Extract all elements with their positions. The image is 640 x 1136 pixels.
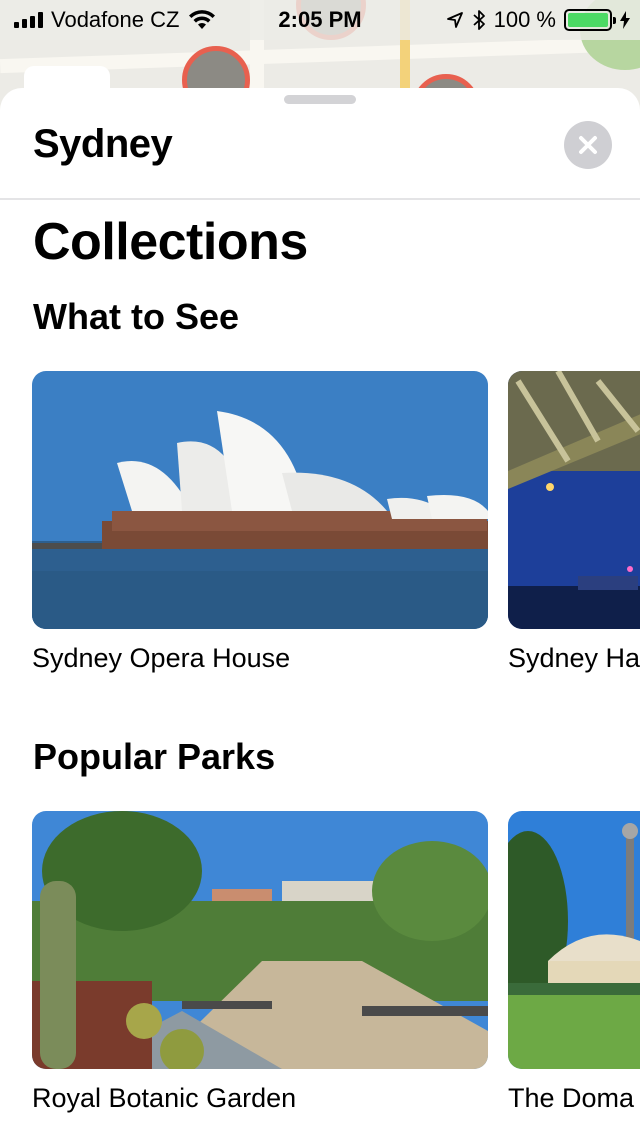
the-domain-photo bbox=[508, 811, 640, 1069]
battery-percent: 100 % bbox=[493, 7, 556, 32]
close-button[interactable] bbox=[564, 121, 612, 169]
collection-card[interactable]: Sydney Ha bbox=[508, 371, 640, 674]
harbour-bridge-photo bbox=[508, 371, 640, 629]
clock: 2:05 PM bbox=[278, 7, 362, 32]
carrier-name: Vodafone CZ bbox=[51, 7, 180, 32]
bluetooth-icon bbox=[473, 10, 485, 30]
sheet-header: Sydney bbox=[0, 88, 640, 200]
section-heading-what-to-see: What to See bbox=[33, 296, 240, 337]
close-icon bbox=[579, 136, 597, 154]
collections-heading: Collections bbox=[33, 213, 308, 271]
section-heading-popular-parks: Popular Parks bbox=[33, 736, 276, 777]
status-bar: Vodafone CZ 2:05 PM 100 % bbox=[0, 0, 640, 40]
charging-bolt-icon bbox=[620, 11, 630, 29]
card-label: Sydney Opera House bbox=[32, 643, 291, 673]
battery-icon bbox=[564, 9, 616, 31]
collection-card[interactable]: Sydney Opera House bbox=[32, 371, 488, 674]
collection-card[interactable]: The Doma bbox=[508, 811, 640, 1114]
collection-card[interactable]: Royal Botanic Garden bbox=[32, 811, 488, 1114]
cellular-signal-icon bbox=[14, 12, 43, 28]
sheet-title: Sydney bbox=[33, 122, 173, 166]
card-label: The Doma bbox=[508, 1083, 635, 1113]
botanic-garden-photo bbox=[32, 811, 488, 1069]
card-label: Sydney Ha bbox=[508, 643, 640, 673]
card-label: Royal Botanic Garden bbox=[32, 1083, 297, 1113]
location-arrow-icon bbox=[446, 12, 463, 28]
place-sheet: Sydney Collections What to See Sydney Op… bbox=[0, 88, 640, 1136]
wifi-icon bbox=[189, 10, 216, 29]
opera-house-photo bbox=[32, 371, 488, 629]
